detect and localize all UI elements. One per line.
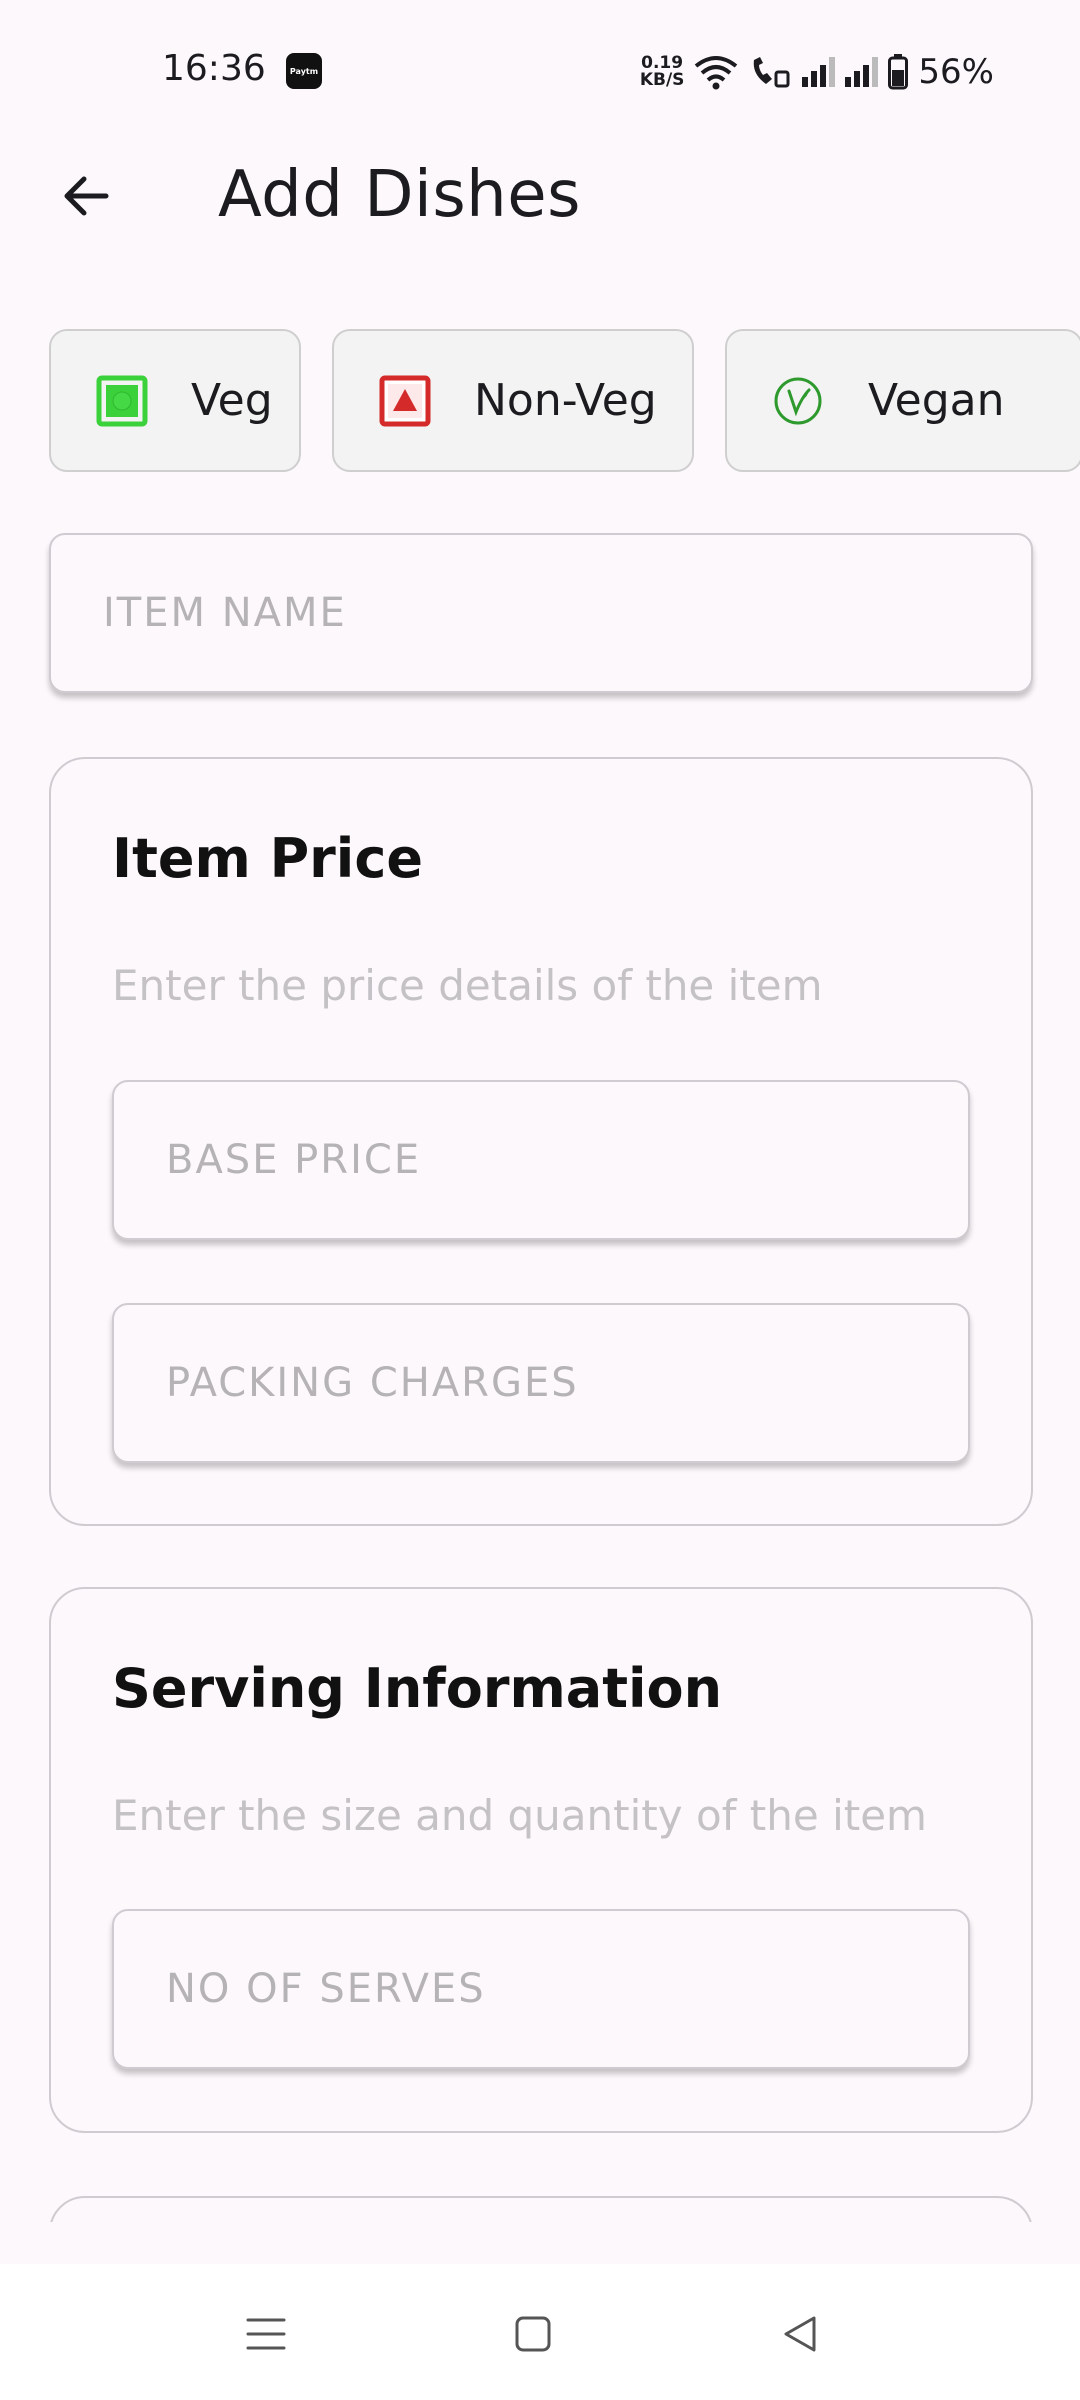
home-square-icon	[515, 2316, 551, 2352]
paytm-app-icon: Paytm	[286, 53, 322, 89]
chip-non-veg[interactable]: Non-Veg	[332, 329, 694, 472]
non-veg-icon	[379, 375, 431, 426]
page-title: Add Dishes	[218, 158, 581, 232]
serves-field[interactable]	[112, 1909, 970, 2069]
status-time: 16:36	[162, 48, 266, 89]
battery-icon	[888, 54, 909, 90]
serving-info-title: Serving Information	[112, 1657, 723, 1720]
item-name-input[interactable]	[51, 590, 1031, 636]
serving-info-card: Serving Information Enter the size and q…	[49, 1587, 1033, 2133]
app-bar: Add Dishes	[0, 150, 1080, 250]
serves-input[interactable]	[114, 1966, 968, 2012]
packing-charges-input[interactable]	[114, 1360, 968, 1406]
home-button[interactable]	[503, 2304, 563, 2364]
base-price-input[interactable]	[114, 1137, 968, 1183]
wifi-icon	[695, 56, 738, 90]
back-button[interactable]	[50, 160, 122, 232]
recent-apps-button[interactable]	[236, 2304, 296, 2364]
scroll-fade	[0, 2222, 1080, 2264]
chip-veg-label: Veg	[191, 375, 273, 426]
item-name-field[interactable]	[49, 533, 1033, 693]
chip-veg[interactable]: Veg	[49, 329, 301, 472]
diet-type-chips: Veg Non-Veg Vegan	[49, 329, 1080, 472]
network-speed: 0.19 KB/S	[640, 55, 685, 89]
veg-icon	[96, 375, 148, 426]
arrow-back-icon	[64, 176, 109, 216]
item-price-card: Item Price Enter the price details of th…	[49, 757, 1033, 1526]
signal-icon-1	[802, 57, 836, 87]
serving-info-subtitle: Enter the size and quantity of the item	[112, 1791, 927, 1840]
wifi-calling-icon	[754, 57, 790, 88]
back-nav-button[interactable]	[770, 2304, 830, 2364]
item-price-title: Item Price	[112, 827, 423, 890]
chip-non-veg-label: Non-Veg	[474, 375, 657, 426]
packing-charges-field[interactable]	[112, 1303, 970, 1463]
net-speed-unit: KB/S	[639, 70, 685, 90]
base-price-field[interactable]	[112, 1080, 970, 1240]
status-bar: 16:36 Paytm 0.19 KB/S 56%	[0, 0, 1080, 140]
vegan-leaf-icon	[774, 377, 822, 424]
system-nav-bar	[0, 2264, 1080, 2400]
item-price-subtitle: Enter the price details of the item	[112, 961, 823, 1010]
chip-vegan[interactable]: Vegan	[725, 329, 1080, 472]
menu-icon	[246, 2318, 286, 2350]
status-icons: 0.19 KB/S 56%	[640, 48, 994, 96]
battery-percent: 56%	[918, 52, 994, 92]
paytm-icon-label: Paytm	[289, 66, 319, 76]
signal-icon-2	[845, 57, 879, 87]
back-triangle-icon	[784, 2316, 816, 2352]
chip-vegan-label: Vegan	[868, 375, 1005, 426]
